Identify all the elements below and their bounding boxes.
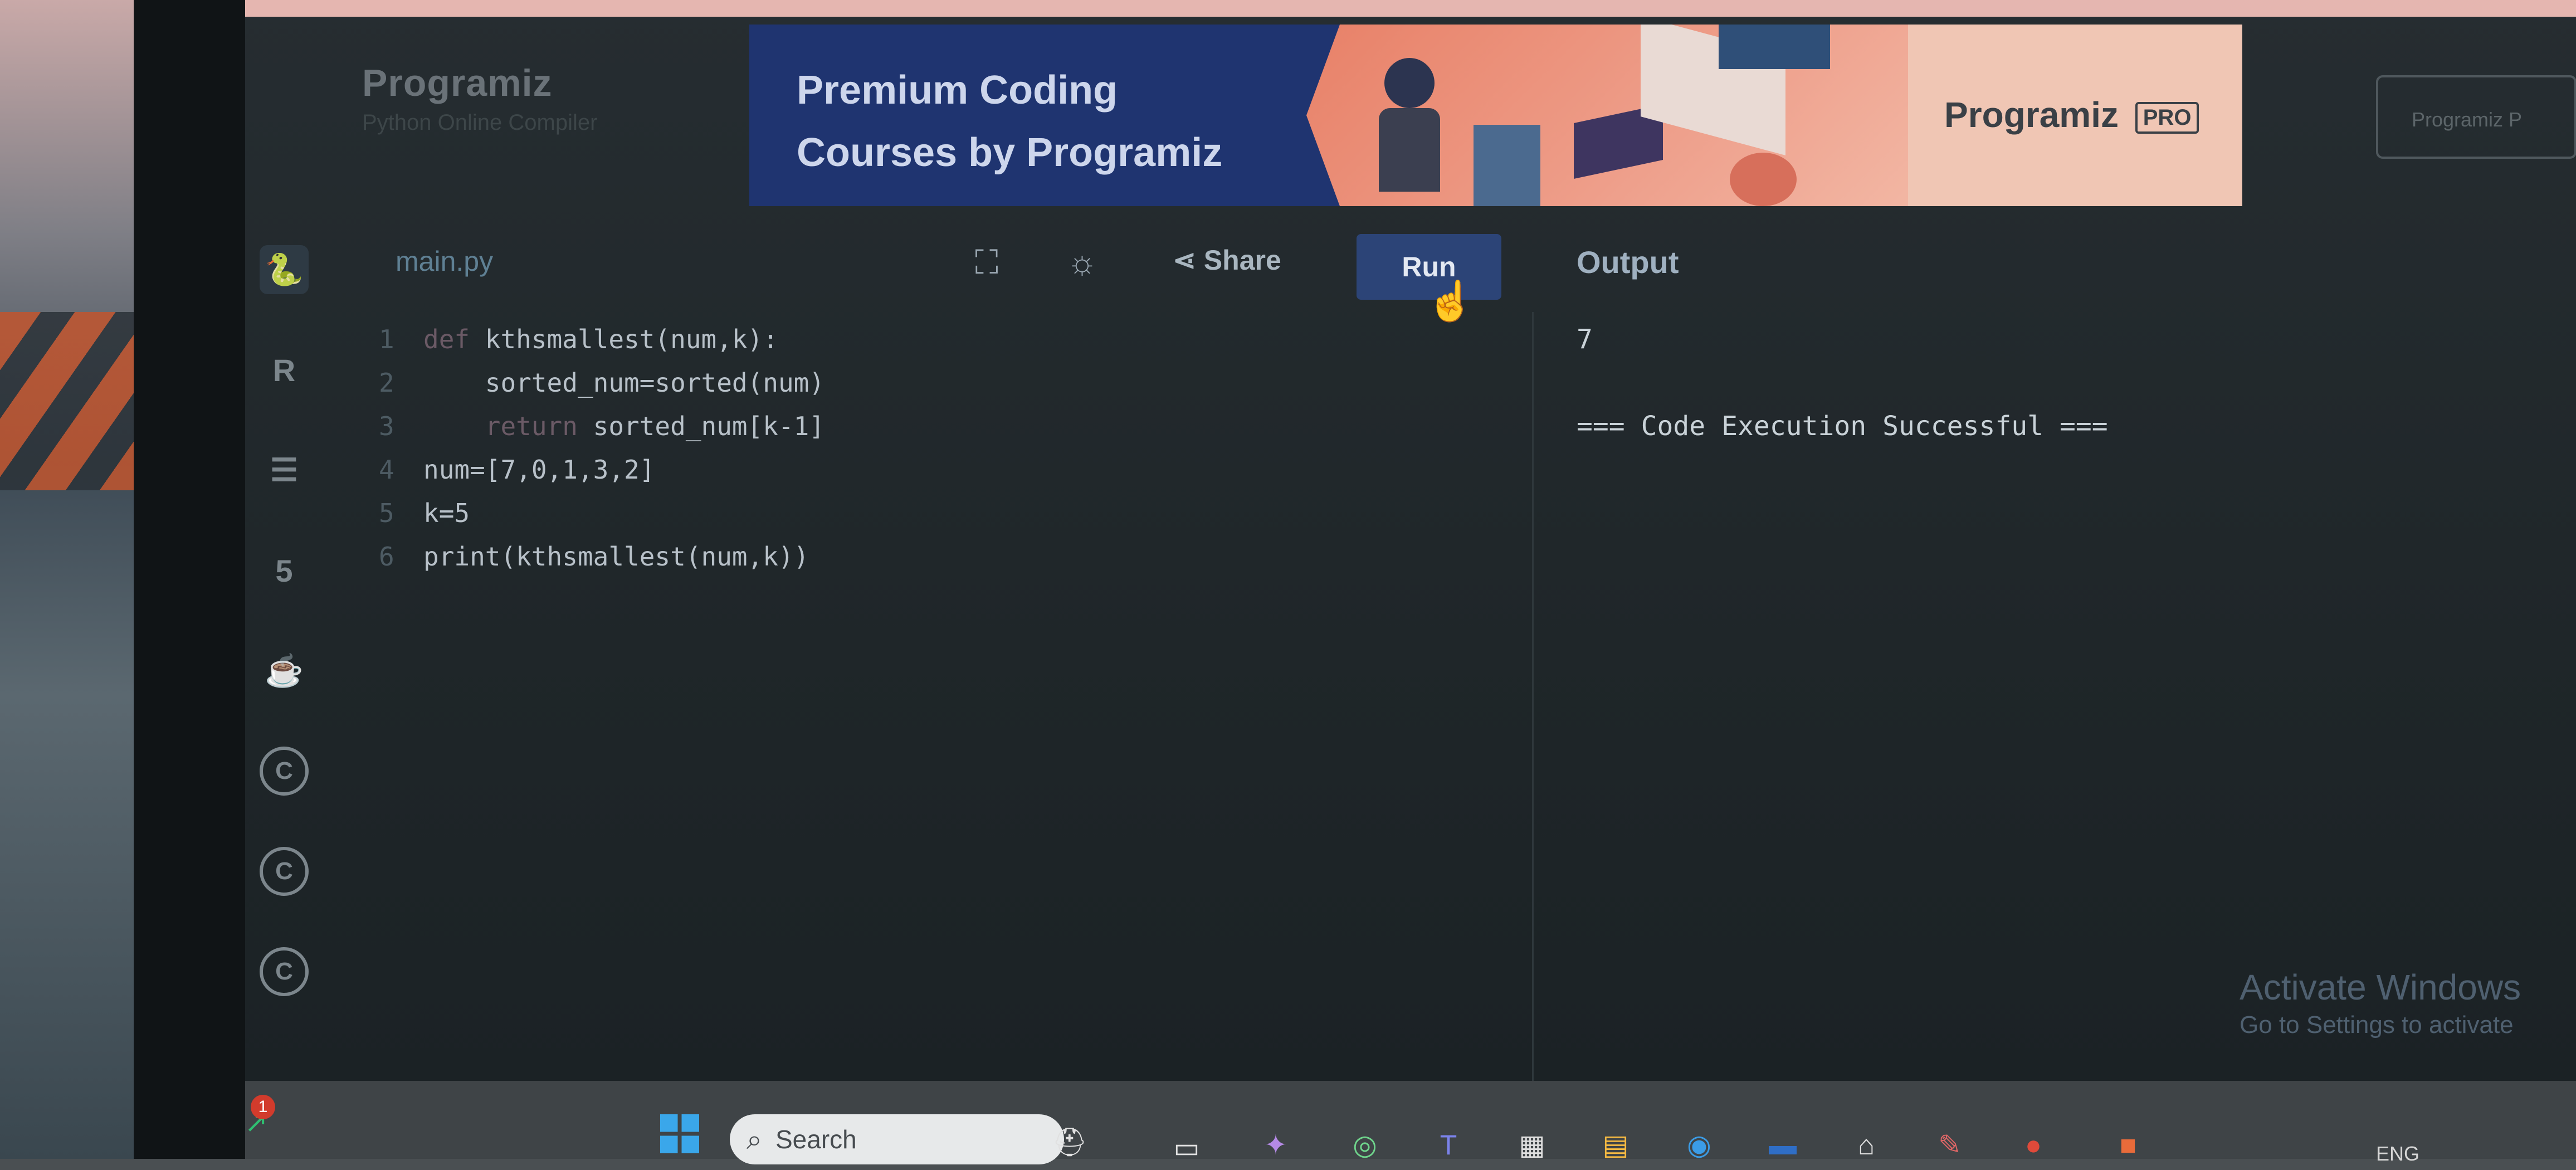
share-button[interactable]: ⋖ Share bbox=[1173, 244, 1281, 276]
code-line[interactable]: 1 def kthsmallest(num,k): bbox=[379, 318, 824, 361]
code-line[interactable]: 2 sorted_num=sorted(num) bbox=[379, 361, 824, 404]
helmet-widget-icon[interactable]: ⛑ bbox=[1047, 1120, 1092, 1164]
task-view-icon[interactable]: ▭ bbox=[1164, 1125, 1209, 1170]
pen-app-icon[interactable]: ✎ bbox=[1928, 1123, 1972, 1167]
banner-title-line1: Premium Coding bbox=[797, 68, 1118, 113]
programiz-logo[interactable]: Programiz bbox=[362, 61, 597, 105]
output-status: === Code Execution Successful === bbox=[1577, 411, 2108, 442]
line-number: 2 bbox=[379, 368, 394, 398]
line-number: 5 bbox=[379, 498, 394, 528]
file-explorer-icon[interactable]: ▤ bbox=[1593, 1123, 1638, 1167]
banner-illustration bbox=[1306, 25, 1908, 206]
code-text: print(kthsmallest(num,k)) bbox=[423, 542, 809, 572]
teams-icon[interactable]: T bbox=[1426, 1123, 1471, 1167]
search-icon: ⌕ bbox=[747, 1123, 762, 1155]
banner-pro-panel: Programiz PRO bbox=[1908, 25, 2242, 206]
line-number: 6 bbox=[379, 542, 394, 572]
python-icon[interactable]: 🐍 bbox=[260, 245, 309, 294]
banner-title-line2: Courses by Programiz bbox=[797, 130, 1223, 175]
code-line[interactable]: 4 num=[7,0,1,3,2] bbox=[379, 448, 824, 491]
chrome-icon[interactable]: ● bbox=[2011, 1123, 2056, 1167]
screen: Programiz Python Online Compiler Premium… bbox=[245, 0, 2576, 1081]
output-blank-line bbox=[1577, 361, 2108, 404]
share-icon: ⋖ bbox=[1173, 245, 1204, 276]
java-icon[interactable]: ☕ bbox=[260, 646, 309, 695]
editor-output-divider[interactable] bbox=[1532, 312, 1534, 1081]
search-placeholder: Search bbox=[775, 1125, 857, 1154]
promo-banner[interactable]: Premium Coding Courses by Programiz Prog… bbox=[749, 25, 2242, 206]
mcafee-icon[interactable]: ▬ bbox=[1760, 1123, 1805, 1167]
line-number: 3 bbox=[379, 411, 394, 441]
watermark-title: Activate Windows bbox=[2240, 967, 2521, 1007]
banner-title: Premium Coding Courses by Programiz bbox=[797, 59, 1354, 184]
copilot-icon[interactable]: ✦ bbox=[1253, 1123, 1298, 1167]
code-text: sorted_num=sorted(num) bbox=[485, 368, 825, 398]
edge-icon[interactable]: ◉ bbox=[1677, 1123, 1721, 1167]
code-text: k=5 bbox=[423, 498, 470, 528]
file-tab-main[interactable]: main.py bbox=[396, 245, 493, 277]
csharp-icon[interactable]: C bbox=[260, 947, 309, 996]
notification-badge: 1 bbox=[251, 1095, 275, 1119]
store-icon[interactable]: ⌂ bbox=[1844, 1123, 1889, 1167]
activate-windows-watermark: Activate Windows Go to Settings to activ… bbox=[2240, 967, 2521, 1039]
code-line[interactable]: 3 return sorted_num[k-1] bbox=[379, 404, 824, 448]
line-number: 1 bbox=[379, 324, 394, 354]
output-console[interactable]: 7 === Code Execution Successful === bbox=[1577, 318, 2108, 448]
site-subtitle: Python Online Compiler bbox=[362, 110, 598, 135]
windows-start-icon[interactable] bbox=[657, 1112, 702, 1156]
calculator-icon[interactable]: ▦ bbox=[1510, 1123, 1554, 1167]
pro-logo-text: Programiz bbox=[1944, 95, 2119, 135]
c-language-icon[interactable]: C bbox=[260, 747, 309, 796]
r-language-icon[interactable]: R bbox=[260, 345, 309, 394]
code-text: sorted_num[k-1] bbox=[577, 411, 825, 441]
pro-badge: PRO bbox=[2135, 101, 2199, 134]
hand-cursor-icon: ☝ bbox=[1426, 279, 1475, 323]
code-editor[interactable]: 1 def kthsmallest(num,k): 2 sorted_num=so… bbox=[379, 318, 824, 578]
language-sidebar: 🐍 R ☰ 5 ☕ C C C bbox=[245, 223, 323, 1059]
programiz-pro-button[interactable]: Programiz P bbox=[2376, 75, 2576, 159]
office-icon[interactable]: ■ bbox=[2106, 1123, 2150, 1167]
code-text: num=[7,0,1,3,2] bbox=[423, 455, 655, 485]
theme-toggle-icon[interactable]: ☼ bbox=[1067, 243, 1097, 281]
code-line[interactable]: 5 k=5 bbox=[379, 491, 824, 535]
browser-top-strip bbox=[245, 0, 2576, 17]
site-brand[interactable]: Programiz Python Online Compiler bbox=[362, 61, 597, 135]
keyword: def bbox=[423, 324, 470, 354]
taskbar-search[interactable]: ⌕ Search bbox=[730, 1114, 1064, 1164]
watermark-subtitle: Go to Settings to activate bbox=[2240, 1011, 2514, 1039]
sql-icon[interactable]: ☰ bbox=[260, 446, 309, 495]
windows-taskbar bbox=[245, 1081, 2576, 1159]
programiz-pro-logo: Programiz PRO bbox=[1944, 94, 2199, 135]
input-language-indicator[interactable]: ENG bbox=[2376, 1142, 2419, 1166]
cpp-icon[interactable]: C bbox=[260, 847, 309, 896]
whatsapp-icon[interactable]: ◎ bbox=[1343, 1123, 1387, 1167]
fullscreen-icon[interactable]: ⛶ bbox=[975, 243, 998, 282]
code-text: kthsmallest(num,k): bbox=[470, 324, 778, 354]
code-line[interactable]: 6 print(kthsmallest(num,k)) bbox=[379, 535, 824, 578]
share-label: Share bbox=[1203, 245, 1281, 276]
line-number: 4 bbox=[379, 455, 394, 485]
html-icon[interactable]: 5 bbox=[260, 546, 309, 595]
keyword: return bbox=[485, 411, 578, 441]
output-title: Output bbox=[1577, 245, 1679, 280]
output-result: 7 bbox=[1577, 324, 1593, 355]
